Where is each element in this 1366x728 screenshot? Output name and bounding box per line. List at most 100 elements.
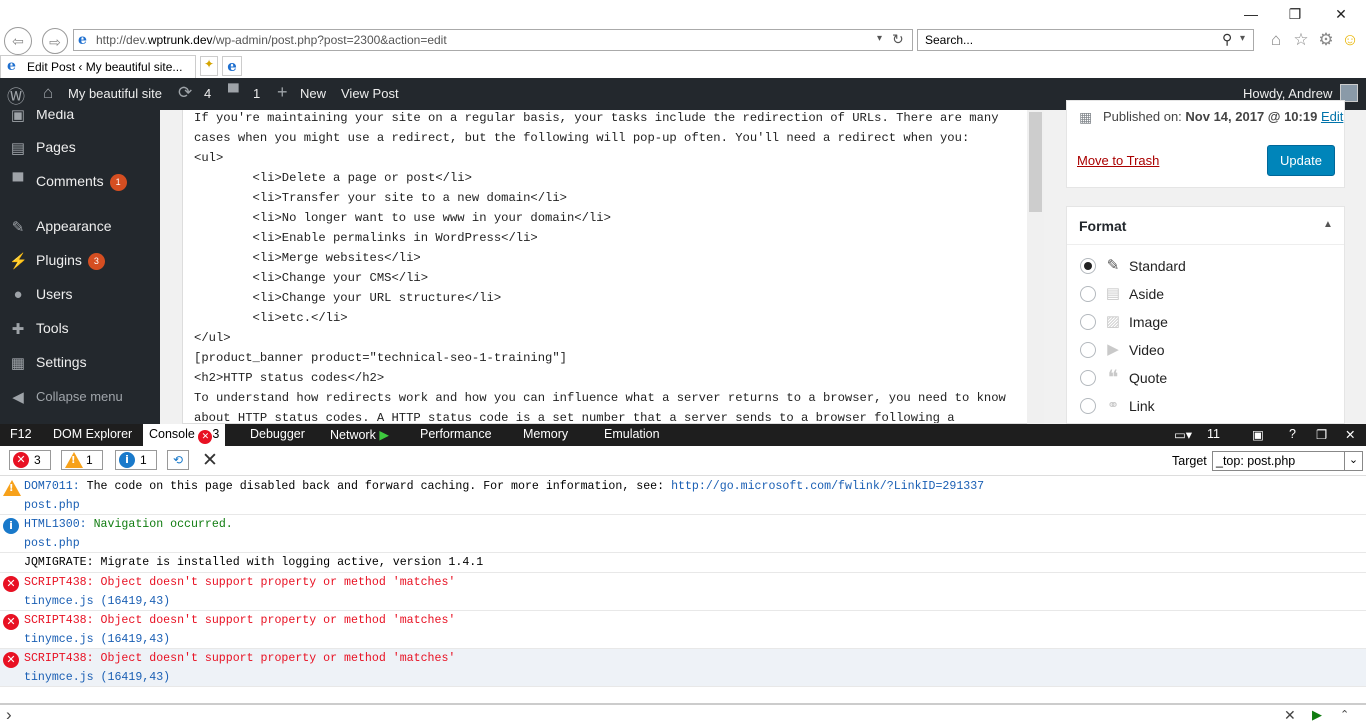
- sidebar-item-plugins[interactable]: ⚡ Plugins 3: [0, 246, 160, 276]
- comments-count[interactable]: 1: [253, 86, 260, 101]
- format-radio-standard[interactable]: [1080, 258, 1096, 274]
- console-input[interactable]: [22, 707, 1272, 726]
- search-input[interactable]: Search...: [925, 33, 973, 47]
- editor-line: To understand how redirects work and how…: [194, 391, 1006, 405]
- help-icon[interactable]: ?: [1289, 427, 1296, 441]
- format-radio-quote[interactable]: [1080, 370, 1096, 386]
- tab-f12[interactable]: F12: [10, 427, 32, 441]
- entry-message: SCRIPT438: Object doesn't support proper…: [24, 576, 455, 589]
- tab-emulation[interactable]: Emulation: [604, 427, 660, 441]
- warnings-filter-button[interactable]: ! 1: [61, 450, 103, 470]
- entry-source[interactable]: post.php: [24, 537, 80, 550]
- undock-icon[interactable]: ❐: [1316, 427, 1327, 442]
- entry-source[interactable]: post.php: [24, 499, 80, 512]
- error-icon: ✕: [13, 452, 29, 468]
- restore-button[interactable]: ❐: [1280, 4, 1310, 24]
- entry-source[interactable]: tinymce.js (16419,43): [24, 595, 170, 608]
- home-icon[interactable]: ⌂: [1266, 30, 1286, 50]
- edit-date-link[interactable]: Edit: [1321, 109, 1343, 124]
- console-entry-warning[interactable]: ! DOM7011: The code on this page disable…: [0, 477, 1366, 515]
- console-toggle-icon[interactable]: ▣: [1252, 427, 1264, 442]
- console-error-count: 3: [212, 427, 220, 441]
- clear-console-icon[interactable]: ✕: [202, 449, 218, 472]
- chevron-down-icon: ⌄: [1344, 451, 1362, 471]
- favorites-star-icon[interactable]: ☆: [1291, 30, 1311, 50]
- howdy-user[interactable]: Howdy, Andrew: [1243, 86, 1332, 101]
- sidebar-item-users[interactable]: ● Users: [0, 280, 160, 310]
- entry-message: SCRIPT438: Object doesn't support proper…: [24, 652, 455, 665]
- messages-filter-count: 1: [140, 453, 147, 467]
- tab-network[interactable]: Network ▶: [330, 427, 389, 442]
- console-entry-error[interactable]: ✕ SCRIPT438: Object doesn't support prop…: [0, 573, 1366, 611]
- search-box[interactable]: Search... ⚲ ▾: [917, 29, 1254, 51]
- errors-filter-button[interactable]: ✕ 3: [9, 450, 51, 470]
- comments-bubble-icon[interactable]: ▀: [228, 84, 239, 101]
- collapse-menu-button[interactable]: ◀ Collapse menu: [0, 382, 160, 412]
- close-devtools-icon[interactable]: ✕: [1345, 427, 1355, 442]
- editor-scrollbar-thumb[interactable]: [1029, 112, 1042, 212]
- sidebar-item-tools[interactable]: ✚ Tools: [0, 314, 160, 344]
- close-window-button[interactable]: ✕: [1326, 4, 1356, 24]
- tab-debugger[interactable]: Debugger: [250, 427, 305, 441]
- format-radio-image[interactable]: [1080, 314, 1096, 330]
- tab-console[interactable]: Console ✕ 3: [143, 424, 226, 446]
- target-select[interactable]: _top: post.php ⌄: [1212, 451, 1363, 471]
- sidebar-item-comments[interactable]: ▀ Comments 1: [0, 167, 160, 197]
- new-tab-button[interactable]: ✦: [200, 56, 218, 76]
- console-entry-error[interactable]: ✕ SCRIPT438: Object doesn't support prop…: [0, 649, 1366, 687]
- entry-source[interactable]: tinymce.js (16419,43): [24, 671, 170, 684]
- entry-link[interactable]: http://go.microsoft.com/fwlink/?LinkID=2…: [671, 480, 984, 493]
- clear-on-navigate-icon: ⟲: [172, 453, 184, 467]
- view-post-link[interactable]: View Post: [341, 86, 399, 101]
- sidebar-item-label: Tools: [36, 320, 69, 336]
- editor-line: [product_banner product="technical-seo-1…: [194, 351, 567, 365]
- updates-icon[interactable]: ⟳: [178, 83, 192, 103]
- settings-gear-icon[interactable]: ⚙: [1316, 30, 1336, 50]
- format-radio-link[interactable]: [1080, 398, 1096, 414]
- sidebar-item-settings[interactable]: ▦ Settings: [0, 348, 160, 378]
- refresh-icon[interactable]: ↻: [892, 31, 904, 48]
- update-button[interactable]: Update: [1267, 145, 1335, 176]
- plugins-label-text: Plugins: [36, 252, 82, 268]
- home-house-icon[interactable]: ⌂: [43, 83, 53, 103]
- forward-button[interactable]: ⇨: [42, 28, 68, 54]
- collapse-arrow-icon[interactable]: ▲: [1323, 219, 1333, 230]
- sidebar-item-appearance[interactable]: ✎ Appearance: [0, 212, 160, 242]
- plus-icon[interactable]: +: [277, 82, 288, 103]
- run-icon[interactable]: ▶: [1312, 707, 1322, 723]
- tab-performance[interactable]: Performance: [420, 427, 492, 441]
- clear-on-navigate-button[interactable]: ⟲: [167, 450, 189, 470]
- messages-filter-button[interactable]: i 1: [115, 450, 157, 470]
- sidebar-item-pages[interactable]: ▤ Pages: [0, 133, 160, 163]
- search-icon[interactable]: ⚲: [1222, 31, 1232, 48]
- post-text-editor[interactable]: If you're maintaining your site on a reg…: [182, 110, 1044, 424]
- clear-input-icon[interactable]: ✕: [1284, 707, 1296, 724]
- console-entry-log[interactable]: JQMIGRATE: Migrate is installed with log…: [0, 553, 1366, 573]
- browser-tab-active[interactable]: e Edit Post ‹ My beautiful site...: [0, 55, 196, 78]
- move-to-trash-link[interactable]: Move to Trash: [1077, 153, 1159, 168]
- new-link[interactable]: New: [300, 86, 326, 101]
- console-entry-error[interactable]: ✕ SCRIPT438: Object doesn't support prop…: [0, 611, 1366, 649]
- ie-quick-tab-icon[interactable]: e: [222, 56, 242, 76]
- entry-source[interactable]: tinymce.js (16419,43): [24, 633, 170, 646]
- entry-text: Object doesn't support property or metho…: [93, 576, 456, 589]
- device-icon[interactable]: ▭▾: [1174, 427, 1192, 442]
- site-name-link[interactable]: My beautiful site: [68, 86, 162, 101]
- address-bar[interactable]: e http://dev.wptrunk.dev/wp-admin/post.p…: [73, 29, 913, 51]
- tab-dom-explorer[interactable]: DOM Explorer: [53, 427, 132, 441]
- format-radio-video[interactable]: [1080, 342, 1096, 358]
- format-radio-aside[interactable]: [1080, 286, 1096, 302]
- address-dropdown-icon[interactable]: ▾: [877, 33, 882, 44]
- console-entry-info[interactable]: i HTML1300: Navigation occurred. post.ph…: [0, 515, 1366, 553]
- address-url[interactable]: http://dev.wptrunk.dev/wp-admin/post.php…: [96, 33, 447, 47]
- search-dropdown-icon[interactable]: ▾: [1240, 33, 1245, 44]
- back-button[interactable]: ⇦: [4, 27, 32, 55]
- doc-mode[interactable]: 11: [1207, 427, 1220, 441]
- feedback-smiley-icon[interactable]: ☺: [1340, 30, 1360, 50]
- wordpress-logo-icon[interactable]: Ⓦ: [7, 83, 25, 109]
- sidebar-item-media[interactable]: ▣ Media: [0, 110, 160, 130]
- updates-count[interactable]: 4: [204, 86, 211, 101]
- expand-input-icon[interactable]: ⌃: [1340, 708, 1349, 721]
- tab-memory[interactable]: Memory: [523, 427, 568, 441]
- minimize-button[interactable]: —: [1236, 4, 1266, 24]
